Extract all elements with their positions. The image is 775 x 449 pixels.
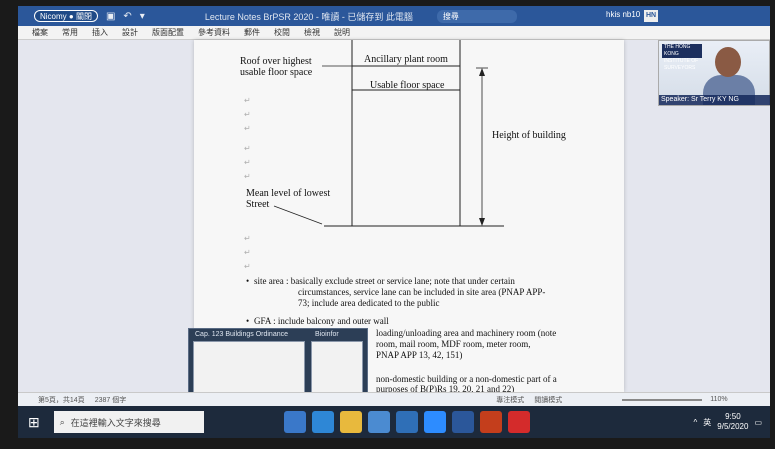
taskbar-search-placeholder: 在這裡輸入文字來搜尋 [70, 417, 161, 428]
document-title: Lecture Notes BrPSR 2020 - 唯讀 - 已儲存到 此電腦 [204, 11, 413, 22]
site-area-line-2: circumstances, service lane can be inclu… [298, 287, 546, 297]
zoom-app-icon[interactable] [423, 411, 446, 433]
roof-label-1: Roof over highest [240, 56, 312, 67]
zoom-level[interactable]: 110% [710, 396, 727, 403]
preview-right-title: Bioinfor [315, 331, 339, 338]
ancillary-plant-room-label: Ancillary plant room [364, 54, 448, 65]
taskbar-search-box[interactable]: ⌕ 在這裡輸入文字來搜尋 [53, 411, 204, 433]
system-tray: ^ 英 9:50 9/5/2020 ▭ [694, 412, 762, 432]
word-icon[interactable] [451, 411, 474, 433]
paragraph-mark: ↵ [244, 96, 251, 105]
site-area-bullet: • [246, 276, 250, 286]
task-view-icon[interactable] [283, 411, 306, 433]
taskbar: ⊞ ⌕ 在這裡輸入文字來搜尋 ^ 英 9:50 9/5/2020 ▭ [18, 406, 770, 438]
hkis-logo: THE HONG KONG INSTITUTE OF SURVEYORS [662, 44, 702, 71]
customize-icon[interactable]: ▾ [140, 11, 145, 22]
gfa-line-4: PNAP APP 13, 42, 151) [376, 350, 463, 360]
gfa-line-3: room, mail room, MDF room, meter room, [376, 339, 531, 349]
file-explorer-icon[interactable] [339, 411, 362, 433]
gfa-line-2: loading/unloading area and machinery roo… [376, 328, 557, 338]
user-name[interactable]: hkis nb10 [606, 10, 640, 19]
paragraph-mark: ↵ [244, 248, 251, 257]
tab-design[interactable]: 設計 [122, 27, 138, 38]
page-count[interactable]: 第5頁，共14頁 [38, 395, 85, 405]
tab-layout[interactable]: 版面配置 [152, 27, 184, 38]
clock-date: 9/5/2020 [717, 422, 749, 431]
mean-level-label-2: Street [246, 199, 270, 210]
tab-home[interactable]: 常用 [62, 27, 78, 38]
notification-icon[interactable]: ▭ [754, 418, 762, 427]
tab-help[interactable]: 說明 [334, 27, 350, 38]
undo-icon[interactable]: ↶ [123, 11, 131, 22]
gfa-line-1: GFA : include balcony and outer wall [254, 316, 389, 326]
site-area-line-3: 73; include area dedicated to the public [298, 298, 440, 308]
speaker-caption: Speaker: Sr Terry KY NG [659, 95, 770, 105]
ribbon-tabs: 檔案 常用 插入 設計 版面配置 參考資料 郵件 校閱 檢視 說明 [18, 26, 770, 40]
site-area-line-1: site area : basically exclude street or … [254, 276, 515, 286]
preview-left-title: Cap. 123 Buildings Ordinance [195, 331, 289, 338]
roof-label-2: usable floor space [240, 67, 313, 78]
save-icon[interactable]: ▣ [106, 11, 115, 22]
view-modes[interactable]: 閱讀模式 [534, 395, 562, 405]
paragraph-mark: ↵ [244, 144, 251, 153]
paragraph-mark: ↵ [244, 110, 251, 119]
screen: Nicomy ● 關閉 ▣ ↶ ▾ Lecture Notes BrPSR 20… [18, 6, 770, 438]
height-arrow-top [479, 68, 485, 76]
tab-file[interactable]: 檔案 [32, 27, 48, 38]
edge-icon[interactable] [311, 411, 334, 433]
avatar[interactable]: HN [644, 10, 658, 22]
focus-mode[interactable]: 專注模式 [496, 395, 524, 405]
clock-time: 9:50 [725, 412, 741, 421]
tab-mailings[interactable]: 郵件 [244, 27, 260, 38]
tab-review[interactable]: 校閱 [274, 27, 290, 38]
tab-insert[interactable]: 插入 [92, 27, 108, 38]
windows-start-icon[interactable]: ⊞ [28, 414, 40, 431]
height-of-building-label: Height of building [492, 130, 566, 141]
tray-chevron-icon[interactable]: ^ [694, 418, 698, 427]
zoom-slider[interactable] [622, 398, 703, 401]
speaker-video-window[interactable]: THE HONG KONG INSTITUTE OF SURVEYORS Spe… [658, 40, 770, 106]
clock[interactable]: 9:50 9/5/2020 [717, 412, 748, 432]
gfa-bullet: • [246, 316, 250, 326]
tab-view[interactable]: 檢視 [304, 27, 320, 38]
mail-icon[interactable] [395, 411, 418, 433]
language-indicator[interactable]: 英 [703, 417, 711, 428]
non-domestic-line-1: non-domestic building or a non-domestic … [376, 374, 557, 384]
paragraph-mark: ↵ [244, 158, 251, 167]
mean-level-label-1: Mean level of lowest [246, 188, 331, 199]
word-count[interactable]: 2387 個字 [95, 395, 127, 405]
status-bar: 第5頁，共14頁 2387 個字 專注模式 閱讀模式 110% [18, 392, 770, 406]
paragraph-mark: ↵ [244, 172, 251, 181]
height-arrow-bottom [479, 218, 485, 226]
usable-floor-space-label: Usable floor space [370, 80, 445, 91]
powerpoint-icon[interactable] [479, 411, 502, 433]
autosave-toggle[interactable]: Nicomy ● 關閉 [34, 10, 98, 22]
paragraph-mark: ↵ [244, 124, 251, 133]
title-search-box[interactable]: 搜尋 [436, 9, 517, 23]
title-bar: Nicomy ● 關閉 ▣ ↶ ▾ Lecture Notes BrPSR 20… [18, 6, 770, 26]
acrobat-icon[interactable] [507, 411, 530, 433]
search-icon: ⌕ [59, 416, 65, 427]
speaker-head [715, 47, 741, 77]
store-icon[interactable] [367, 411, 390, 433]
tab-references[interactable]: 參考資料 [198, 27, 230, 38]
street-pointer-line [273, 205, 323, 225]
paragraph-mark: ↵ [244, 262, 251, 271]
paragraph-mark: ↵ [244, 234, 251, 243]
